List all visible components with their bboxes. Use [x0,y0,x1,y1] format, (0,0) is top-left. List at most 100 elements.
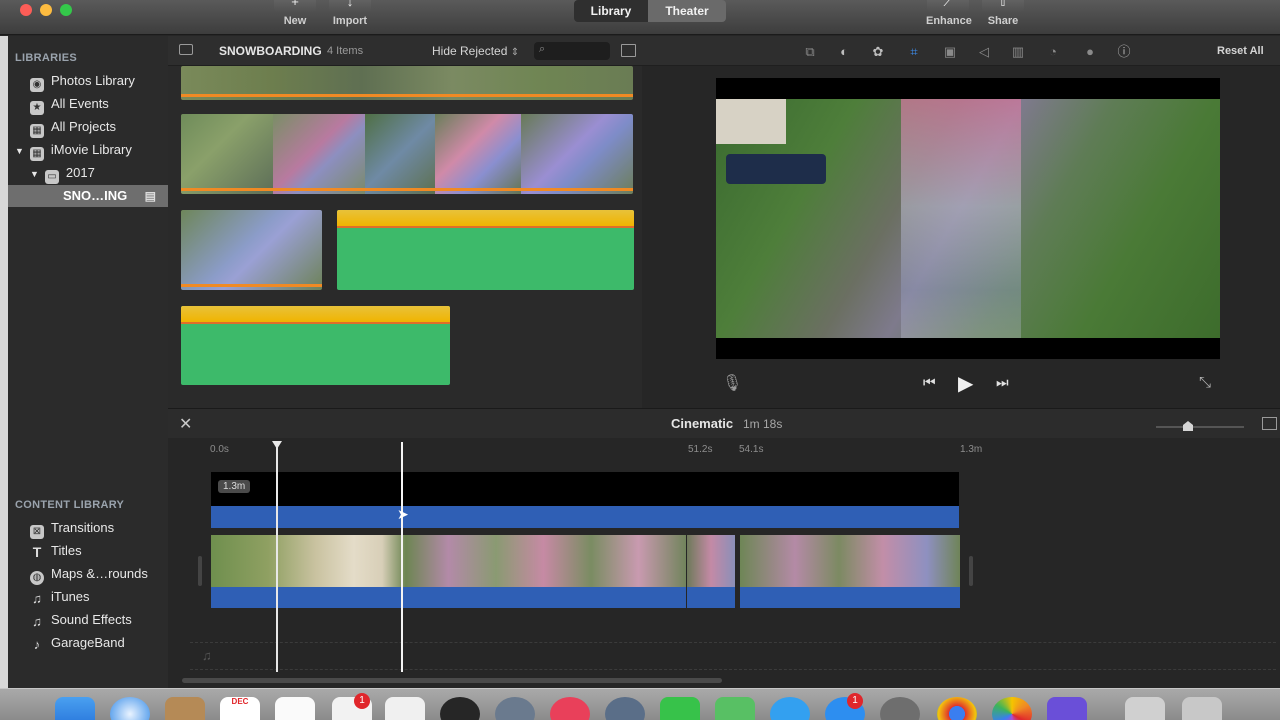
video-clip[interactable] [687,535,735,587]
video-clip[interactable] [211,535,686,587]
itunes-icon[interactable] [550,697,590,720]
sidebar-item-maps-backgrounds[interactable]: ◍ Maps &…rounds [30,563,148,585]
audio-track [211,587,686,608]
new-button[interactable]: + New [273,0,317,27]
play-icon[interactable]: ▶ [958,371,973,396]
tab-theater[interactable]: Theater [648,0,726,22]
app-store-icon[interactable]: 1 [825,693,865,720]
audio-clip[interactable] [181,306,450,385]
new-label: New [283,15,307,27]
sidebar-item-label: Maps &…rounds [51,566,148,581]
imovie-icon[interactable] [1047,697,1087,720]
preview-icon[interactable] [385,697,425,720]
photos-icon: ◉ [30,78,44,92]
grid-icon: ▦ [30,124,44,138]
volume-icon[interactable]: ◁ [976,44,992,60]
video-viewer[interactable] [716,78,1220,359]
finder-icon[interactable] [55,697,95,720]
speed-icon[interactable]: ◔ [1045,44,1061,60]
sidebar-item-snowboarding[interactable]: SNO…ING ▤ [8,185,168,207]
reminders-icon[interactable]: 1 [332,693,372,720]
fullscreen-icon[interactable]: ⤡ [1199,374,1211,391]
messages-icon[interactable] [770,697,810,720]
clip-thumbnail[interactable] [181,210,322,290]
chrome-icon[interactable] [937,697,977,720]
facetime-icon[interactable] [660,697,700,720]
close-icon[interactable]: ✕ [179,414,192,434]
system-icon[interactable] [495,697,535,720]
filter-dropdown[interactable]: Hide Rejected ⇕ [432,44,519,58]
system-preferences-icon[interactable] [880,697,920,720]
calendar-icon[interactable]: DEC [220,697,260,720]
sidebar-item-photos-library[interactable]: ◉ Photos Library [30,70,135,92]
libraries-header: LIBRARIES [15,52,77,64]
track-handle-left[interactable] [198,556,202,586]
horizontal-scrollbar[interactable] [182,678,722,683]
zoom-slider-knob[interactable] [1183,421,1193,431]
notes-icon[interactable] [275,697,315,720]
share-button[interactable]: ⇧ Share [981,0,1025,27]
skimmer[interactable] [276,444,278,672]
audio-waveform [181,306,450,324]
safari-icon[interactable] [110,697,150,720]
clip-appearance-icon[interactable] [621,44,636,57]
enhance-button[interactable]: ⟋ Enhance [926,0,972,27]
sidebar-item-2017[interactable]: ▼ ▭ 2017 [30,162,95,184]
timeline-settings-icon[interactable] [1262,417,1277,430]
sidebar-item-all-projects[interactable]: ▦ All Projects [30,116,116,138]
sidebar-item-sound-effects[interactable]: ♫ Sound Effects [30,609,132,631]
sidebar-item-garageband[interactable]: ♪ GarageBand [30,632,125,654]
contacts-icon[interactable] [165,697,205,720]
import-button[interactable]: ↓ Import [328,0,372,27]
skip-back-icon[interactable]: ⏮ [923,374,936,391]
filter-icon[interactable]: ● [1082,44,1098,60]
garageband-dock-icon[interactable] [440,697,480,720]
clip-thumbnail[interactable] [181,114,633,194]
house-roof [716,99,786,144]
skip-forward-icon[interactable]: ⏭ [996,374,1009,391]
stabilization-icon[interactable]: ▣ [942,44,958,60]
sidebar-item-imovie-library[interactable]: ▼ ▦ iMovie Library [15,139,132,161]
playhead[interactable] [401,442,403,672]
palette-icon[interactable]: ✿ [870,44,886,60]
truck [726,154,826,184]
sidebar-item-all-events[interactable]: ★ All Events [30,93,109,115]
close-window-button[interactable] [20,4,32,16]
zoom-slider[interactable] [1156,426,1244,428]
sidebar-item-transitions[interactable]: ⊠ Transitions [30,517,114,539]
desktop-edge [0,36,8,688]
notification-badge: 1 [847,693,863,709]
downloads-icon[interactable] [1125,697,1165,720]
numbers-icon[interactable] [715,697,755,720]
minimize-window-button[interactable] [40,4,52,16]
timeline[interactable]: 0.0s 51.2s 54.1s 1.3m 1.3m ♫ ➤ [168,438,1280,688]
video-frame [716,99,1220,338]
audio-clip[interactable] [337,210,634,290]
music-well[interactable]: ♫ [190,642,1276,670]
sidebar-item-itunes[interactable]: ♫ iTunes [30,586,89,608]
tab-library[interactable]: Library [574,0,648,22]
content-library-header: CONTENT LIBRARY [15,499,125,511]
crop-icon[interactable]: ⌗ [906,44,922,60]
background-video-clip[interactable]: 1.3m [211,472,959,528]
color-balance-icon[interactable]: ⧉ [802,44,818,60]
video-clip[interactable] [740,535,960,587]
zoom-window-button[interactable] [60,4,72,16]
plus-icon: + [274,0,316,12]
reset-all-button[interactable]: Reset All [1217,45,1264,57]
track-handle-right[interactable] [969,556,973,586]
microphone-icon[interactable]: 🎙 [722,373,742,393]
sidebar-toggle-icon[interactable] [179,44,193,55]
search-input[interactable]: ⌕ [534,42,610,60]
clip-thumbnail[interactable] [181,66,633,100]
photos-icon[interactable] [992,697,1032,720]
sidebar-item-label: Photos Library [51,73,135,88]
disclosure-triangle-icon: ▼ [30,169,39,179]
sidebar-item-titles[interactable]: T Titles [30,540,82,562]
launchpad-icon[interactable] [605,697,645,720]
color-correction-icon[interactable]: ◐ [836,44,852,60]
info-icon[interactable]: ⓘ [1116,44,1132,60]
disclosure-triangle-icon: ▼ [15,146,24,156]
trash-icon[interactable] [1182,697,1222,720]
equalizer-icon[interactable]: ▥ [1010,44,1026,60]
